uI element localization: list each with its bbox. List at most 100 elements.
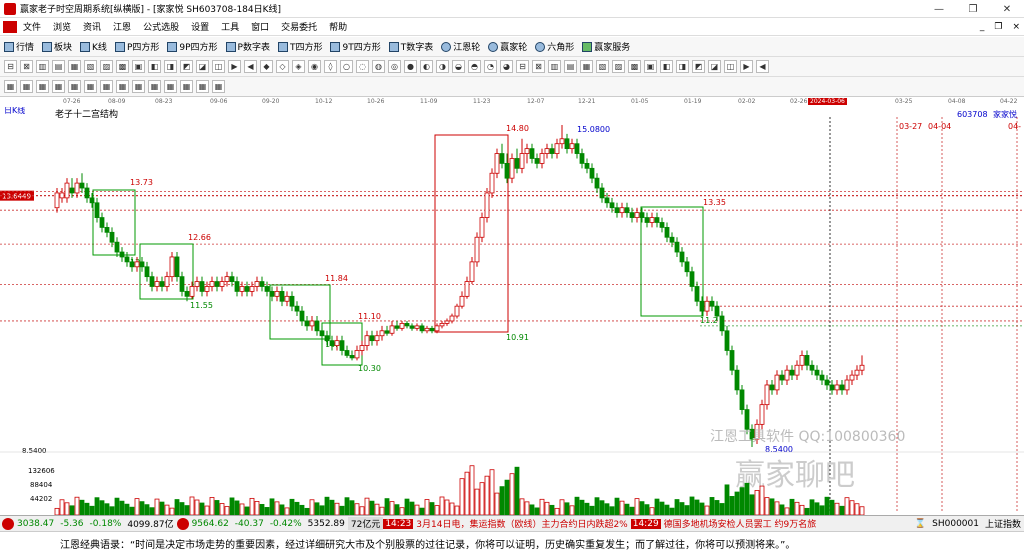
drawing-tool-button[interactable]: ⊟ — [516, 60, 529, 73]
period-tool-button[interactable]: ▦ — [68, 80, 81, 93]
toolbar-winner-wheel[interactable]: 赢家轮 — [484, 40, 531, 53]
drawing-tool-button[interactable]: ◒ — [452, 60, 465, 73]
drawing-tool-button[interactable]: ◫ — [212, 60, 225, 73]
news2-ticker[interactable]: 德国多地机场安检人员罢工 约9万名旅 — [661, 517, 820, 530]
period-tool-button[interactable]: ▦ — [196, 80, 209, 93]
drawing-tool-button[interactable]: ○ — [340, 60, 353, 73]
menu-trade[interactable]: 交易委托 — [275, 20, 323, 33]
drawing-tool-button[interactable]: ▦ — [580, 60, 593, 73]
period-tool-button[interactable]: ▦ — [4, 80, 17, 93]
drawing-tool-button[interactable]: ◐ — [420, 60, 433, 73]
drawing-tool-button[interactable]: ▶ — [228, 60, 241, 73]
status-code[interactable]: SH000001 — [929, 519, 982, 529]
drawing-tool-button[interactable]: ▥ — [548, 60, 561, 73]
period-tool-button[interactable]: ▦ — [148, 80, 161, 93]
drawing-tool-button[interactable]: ◩ — [180, 60, 193, 73]
drawing-tool-button[interactable]: ▧ — [596, 60, 609, 73]
drawing-tool-button[interactable]: ◍ — [372, 60, 385, 73]
drawing-tool-button[interactable]: ▨ — [612, 60, 625, 73]
drawing-tool-button[interactable]: ◉ — [308, 60, 321, 73]
toolbar-t-square[interactable]: T四方形 — [274, 40, 327, 53]
period-tool-button[interactable]: ▦ — [20, 80, 33, 93]
drawing-tool-button[interactable]: ⊟ — [4, 60, 17, 73]
drawing-tool-button[interactable]: ▧ — [84, 60, 97, 73]
drawing-tool-button[interactable]: ▥ — [36, 60, 49, 73]
toolbar-hexagon[interactable]: 六角形 — [531, 40, 578, 53]
toolbar-quote[interactable]: 行情 — [0, 40, 38, 53]
drawing-tool-button[interactable]: ▣ — [132, 60, 145, 73]
toolbar-t-table[interactable]: T数字表 — [385, 40, 438, 53]
drawing-tool-button[interactable]: ◨ — [676, 60, 689, 73]
drawing-tool-button[interactable]: ▩ — [116, 60, 129, 73]
drawing-tool-button[interactable]: ◪ — [196, 60, 209, 73]
candle-body — [124, 256, 130, 263]
mdi-minimize-button[interactable]: _ — [980, 22, 985, 32]
toolbar-p-table[interactable]: P数字表 — [222, 40, 274, 53]
toolbar-gann-wheel[interactable]: 江恩轮 — [437, 40, 484, 53]
drawing-tool-button[interactable]: ◔ — [484, 60, 497, 73]
period-tool-button[interactable]: ▦ — [132, 80, 145, 93]
menu-formula[interactable]: 公式选股 — [137, 20, 185, 33]
drawing-tool-button[interactable]: ◨ — [164, 60, 177, 73]
menu-info[interactable]: 资讯 — [77, 20, 107, 33]
drawing-tool-button[interactable]: ◧ — [148, 60, 161, 73]
toolbar-service[interactable]: 赢家服务 — [578, 40, 634, 53]
drawing-tool-button[interactable]: ◌ — [356, 60, 369, 73]
mdi-close-button[interactable]: × — [1012, 22, 1020, 32]
drawing-tool-button[interactable]: ◑ — [436, 60, 449, 73]
menu-window[interactable]: 窗口 — [245, 20, 275, 33]
price-label: 10.91 — [506, 333, 529, 342]
period-tool-button[interactable]: ▦ — [84, 80, 97, 93]
drawing-tool-button[interactable]: ⊠ — [20, 60, 33, 73]
menu-gann[interactable]: 江恩 — [107, 20, 137, 33]
drawing-tool-button[interactable]: ▤ — [564, 60, 577, 73]
toolbar-p-square[interactable]: P四方形 — [111, 40, 163, 53]
drawing-tool-button[interactable]: ● — [404, 60, 417, 73]
drawing-tool-button[interactable]: ▩ — [628, 60, 641, 73]
close-button[interactable]: ✕ — [990, 0, 1024, 18]
toolbar-9t-square[interactable]: 9T四方形 — [326, 40, 384, 53]
period-tool-button[interactable]: ▦ — [212, 80, 225, 93]
drawing-tool-button[interactable]: ◆ — [260, 60, 273, 73]
toolbar-sector[interactable]: 板块 — [38, 40, 76, 53]
drawing-tool-button[interactable]: ◈ — [292, 60, 305, 73]
maximize-button[interactable]: ❐ — [956, 0, 990, 18]
menu-tools[interactable]: 工具 — [215, 20, 245, 33]
drawing-tool-button[interactable]: ▶ — [740, 60, 753, 73]
drawing-tool-button[interactable]: ◀ — [244, 60, 257, 73]
menu-app-icon — [3, 20, 17, 33]
drawing-tool-button[interactable]: ▤ — [52, 60, 65, 73]
drawing-tool-button[interactable]: ▦ — [68, 60, 81, 73]
period-tool-button[interactable]: ▦ — [180, 80, 193, 93]
period-tool-button[interactable]: ▦ — [100, 80, 113, 93]
drawing-tool-button[interactable]: ◪ — [708, 60, 721, 73]
drawing-tool-button[interactable]: ◧ — [660, 60, 673, 73]
period-tool-button[interactable]: ▦ — [36, 80, 49, 93]
volume-bar — [494, 492, 500, 515]
drawing-tool-button[interactable]: ◕ — [500, 60, 513, 73]
drawing-tool-button[interactable]: ◩ — [692, 60, 705, 73]
minimize-button[interactable]: — — [922, 0, 956, 18]
news1-ticker[interactable]: 3月14日电，集运指数（欧线）主力合约日内跌超2% — [413, 517, 630, 530]
drawing-tool-button[interactable]: ◊ — [324, 60, 337, 73]
menu-help[interactable]: 帮助 — [323, 20, 353, 33]
drawing-tool-button[interactable]: ◓ — [468, 60, 481, 73]
kline-chart[interactable]: 日K线 老子十二宫结构 603708 家家悦 13.6449 03-27 04-04 04- 1… — [0, 107, 1024, 515]
menu-file[interactable]: 文件 — [17, 20, 47, 33]
menu-browse[interactable]: 浏览 — [47, 20, 77, 33]
drawing-tool-button[interactable]: ◎ — [388, 60, 401, 73]
period-tool-button[interactable]: ▦ — [116, 80, 129, 93]
candle-body — [389, 325, 395, 334]
period-tool-button[interactable]: ▦ — [52, 80, 65, 93]
toolbar-9p-square[interactable]: 9P四方形 — [163, 40, 221, 53]
drawing-tool-button[interactable]: ◫ — [724, 60, 737, 73]
drawing-tool-button[interactable]: ▨ — [100, 60, 113, 73]
drawing-tool-button[interactable]: ◇ — [276, 60, 289, 73]
drawing-tool-button[interactable]: ▣ — [644, 60, 657, 73]
drawing-tool-button[interactable]: ◀ — [756, 60, 769, 73]
drawing-tool-button[interactable]: ⊠ — [532, 60, 545, 73]
period-tool-button[interactable]: ▦ — [164, 80, 177, 93]
toolbar-kline[interactable]: K线 — [76, 40, 111, 53]
mdi-restore-button[interactable]: ❐ — [994, 22, 1002, 32]
menu-settings[interactable]: 设置 — [185, 20, 215, 33]
